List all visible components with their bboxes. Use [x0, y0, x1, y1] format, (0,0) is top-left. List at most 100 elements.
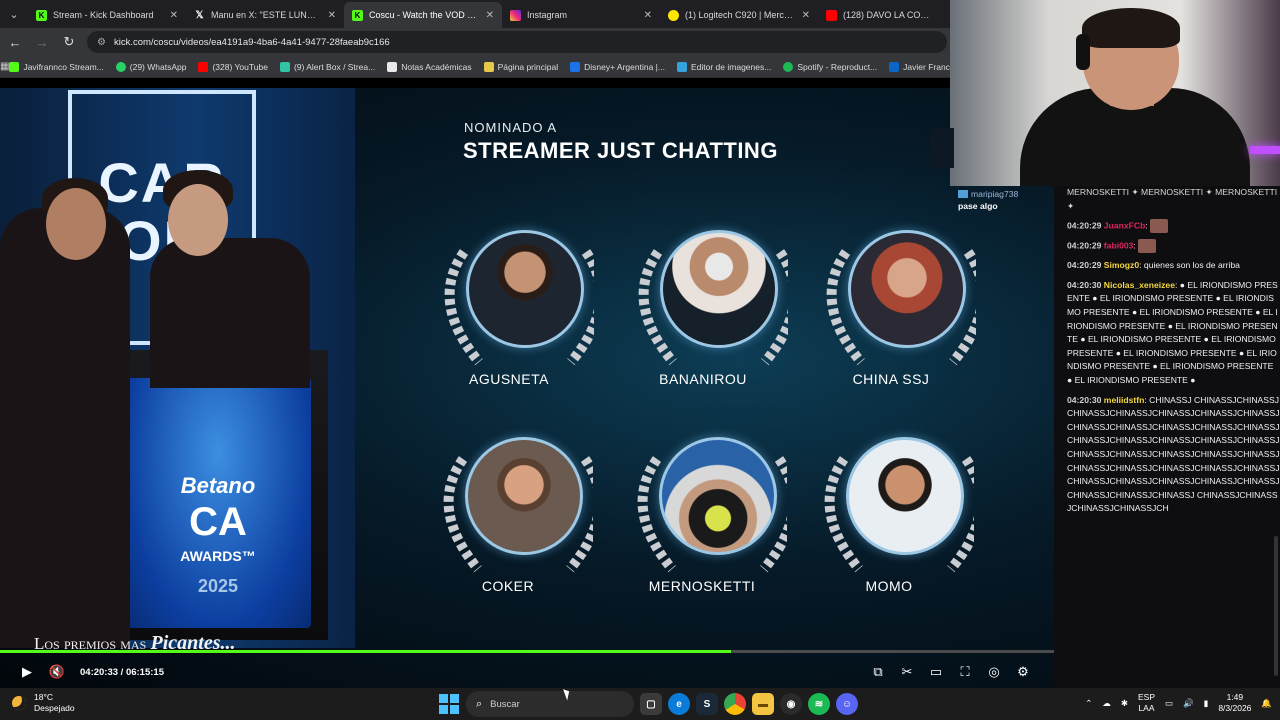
network-icon[interactable]: ▭ [1165, 698, 1173, 709]
bookmark-item[interactable]: Disney+ Argentina |... [570, 61, 665, 72]
tab-kick-dashboard[interactable]: K Stream - Kick Dashboard ✕ [28, 2, 186, 28]
nominado-label: NOMINADO A [464, 120, 558, 135]
chrome-icon[interactable] [724, 693, 746, 715]
chat-username[interactable]: meliidstfn [1104, 395, 1145, 405]
emote-icon [1138, 239, 1157, 254]
chat-username[interactable]: Nicolas_xeneizee [1104, 280, 1175, 290]
tab-title: (1) Logitech C920 | MercadoLib [685, 10, 796, 20]
input-language[interactable]: ESP LAA [1138, 692, 1155, 714]
steam-icon[interactable]: S [696, 693, 718, 715]
taskbar-search[interactable]: ⌕ Buscar [466, 691, 634, 717]
presenter-right [150, 238, 310, 388]
theater-mode-icon[interactable]: ▭ [923, 659, 949, 685]
back-icon[interactable]: ← [3, 30, 27, 54]
play-icon[interactable]: ▶ [14, 659, 40, 685]
fullscreen-icon[interactable]: ⛶ [952, 659, 978, 685]
bookmark-item[interactable]: Javifrannco Stream... [9, 61, 104, 72]
bookmark-item[interactable]: (29) WhatsApp [115, 61, 186, 72]
bookmark-item[interactable]: (9) Alert Box / Strea... [279, 61, 375, 72]
bookmark-favicon-icon [483, 61, 494, 72]
tab-search-icon[interactable]: ⌄ [0, 0, 28, 28]
nominee-name: CHINA SSJ [852, 371, 930, 387]
bookmark-item[interactable]: (328) YouTube [198, 61, 268, 72]
task-view-icon[interactable]: ▢ [640, 693, 662, 715]
onedrive-icon[interactable]: ☁ [1102, 698, 1111, 709]
video-top-gap [0, 78, 950, 88]
tab-coscu-vod[interactable]: K Coscu - Watch the VOD on Kick ✕ [344, 2, 502, 28]
battery-icon[interactable]: ▮ [1204, 698, 1209, 709]
edge-icon[interactable]: e [668, 693, 690, 715]
bookmark-item[interactable]: Notas Académicas [387, 61, 472, 72]
nominee-portrait [465, 437, 583, 555]
nominee-name: MOMO [865, 578, 913, 594]
apps-grid-icon[interactable]: ▦ [0, 61, 9, 72]
time-total: 06:15:15 [125, 666, 164, 678]
tab-title: (128) DAVO LA COBRA MESSI [843, 10, 935, 20]
pip-icon[interactable]: ⧉ [865, 659, 891, 685]
presenter-left-head [46, 188, 106, 260]
headset-icon [1076, 34, 1090, 70]
close-icon[interactable]: ✕ [802, 10, 810, 21]
url-field[interactable]: ⚙ kick.com/coscu/videos/ea4191a9-4ba6-4a… [87, 31, 947, 53]
tab-title: Stream - Kick Dashboard [53, 10, 154, 20]
weather-widget[interactable]: 18°C Despejado [12, 692, 75, 714]
bookmark-item[interactable]: Spotify - Reproduct... [783, 61, 877, 72]
video-player[interactable]: CAR ON Betano CA AWARDS™ 2025 NOMINADO A… [0, 88, 1054, 688]
close-icon[interactable]: ✕ [644, 10, 652, 21]
nominee-card: MOMO [804, 429, 974, 609]
bookmark-label: Javier Franco | Li [903, 61, 950, 72]
notifications-icon[interactable]: 🔔 [1261, 698, 1272, 709]
chat-message: 04:20:29 fabi003: [1067, 239, 1280, 254]
bookmark-favicon-icon [198, 61, 209, 72]
chat-scrollbar[interactable] [1274, 536, 1278, 676]
seek-bar[interactable] [0, 650, 1054, 653]
obs-icon[interactable]: ◉ [780, 693, 802, 715]
nominee-portrait [660, 230, 778, 348]
discord-icon[interactable]: ☺ [836, 693, 858, 715]
tab-youtube[interactable]: (128) DAVO LA COBRA MESSI [818, 2, 943, 28]
tab-instagram[interactable]: Instagram ✕ [502, 2, 660, 28]
chat-username[interactable]: Simogz0 [1104, 260, 1139, 270]
player-controls: ▶ 🔇 04:20:33 / 06:15:15 ⧉ ✂ ▭ ⛶ ◎ ⚙ [0, 656, 1054, 688]
chat-message: 04:20:29 Simogz0: quienes son los de arr… [1067, 259, 1280, 273]
nominee-name: BANANIROU [659, 371, 747, 387]
chat-username[interactable]: JuanxFCb [1104, 220, 1146, 230]
chevron-up-icon[interactable]: ⌃ [1085, 698, 1092, 709]
nominee-card: BANANIROU [618, 222, 788, 402]
podium-awards: AWARDS™ [180, 548, 256, 564]
spotify-icon[interactable]: ≋ [808, 693, 830, 715]
bookmark-item[interactable]: Javier Franco | Li [889, 61, 950, 72]
bookmark-label: Notas Académicas [401, 61, 472, 72]
muted-volume-icon[interactable]: 🔇 [44, 659, 70, 685]
chat-text: MERNOSKETTI ✦ MERNOSKETTI ✦ MERNOSKETTI … [1067, 187, 1278, 211]
file-explorer-icon[interactable]: ▬ [752, 693, 774, 715]
bookmark-item[interactable]: Página principal [483, 61, 558, 72]
webcam-person-hair [1082, 8, 1180, 48]
forward-icon[interactable]: → [30, 30, 54, 54]
close-icon[interactable]: ✕ [486, 10, 494, 21]
address-bar-row: ← → ↻ ⚙ kick.com/coscu/videos/ea4191a9-4… [0, 28, 950, 56]
kick-icon: K [36, 9, 47, 21]
x-icon: 𝕏 [195, 9, 204, 21]
tab-mercadolibre[interactable]: (1) Logitech C920 | MercadoLib ✕ [660, 2, 818, 28]
badge-icon [958, 190, 968, 198]
presenter-right-head [168, 184, 228, 256]
settings-gear-icon[interactable]: ⚙ [1010, 659, 1036, 685]
tab-x-manu[interactable]: 𝕏 Manu en X: "ESTE LUNES 22HS ✕ [186, 2, 344, 28]
bookmark-item[interactable]: Editor de imagenes... [676, 61, 771, 72]
close-icon[interactable]: ✕ [170, 10, 178, 21]
playback-speed-icon[interactable]: ◎ [981, 659, 1007, 685]
nominee-portrait [466, 230, 584, 348]
close-icon[interactable]: ✕ [328, 10, 336, 21]
clip-icon[interactable]: ✂ [894, 659, 920, 685]
chat-username[interactable]: fabi003 [1104, 240, 1134, 250]
reload-icon[interactable]: ↻ [57, 30, 81, 54]
volume-icon[interactable]: 🔊 [1183, 698, 1194, 709]
bluetooth-icon[interactable]: ✱ [1121, 698, 1128, 709]
clock[interactable]: 1:49 8/3/2026 [1218, 692, 1251, 714]
browser-tab-strip: ⌄ K Stream - Kick Dashboard ✕ 𝕏 Manu en … [0, 0, 950, 28]
side-widget-icon[interactable] [930, 128, 954, 168]
windows-start-icon[interactable] [438, 693, 460, 715]
bookmark-label: Javifrannco Stream... [23, 61, 104, 72]
site-info-icon[interactable]: ⚙ [97, 37, 106, 48]
